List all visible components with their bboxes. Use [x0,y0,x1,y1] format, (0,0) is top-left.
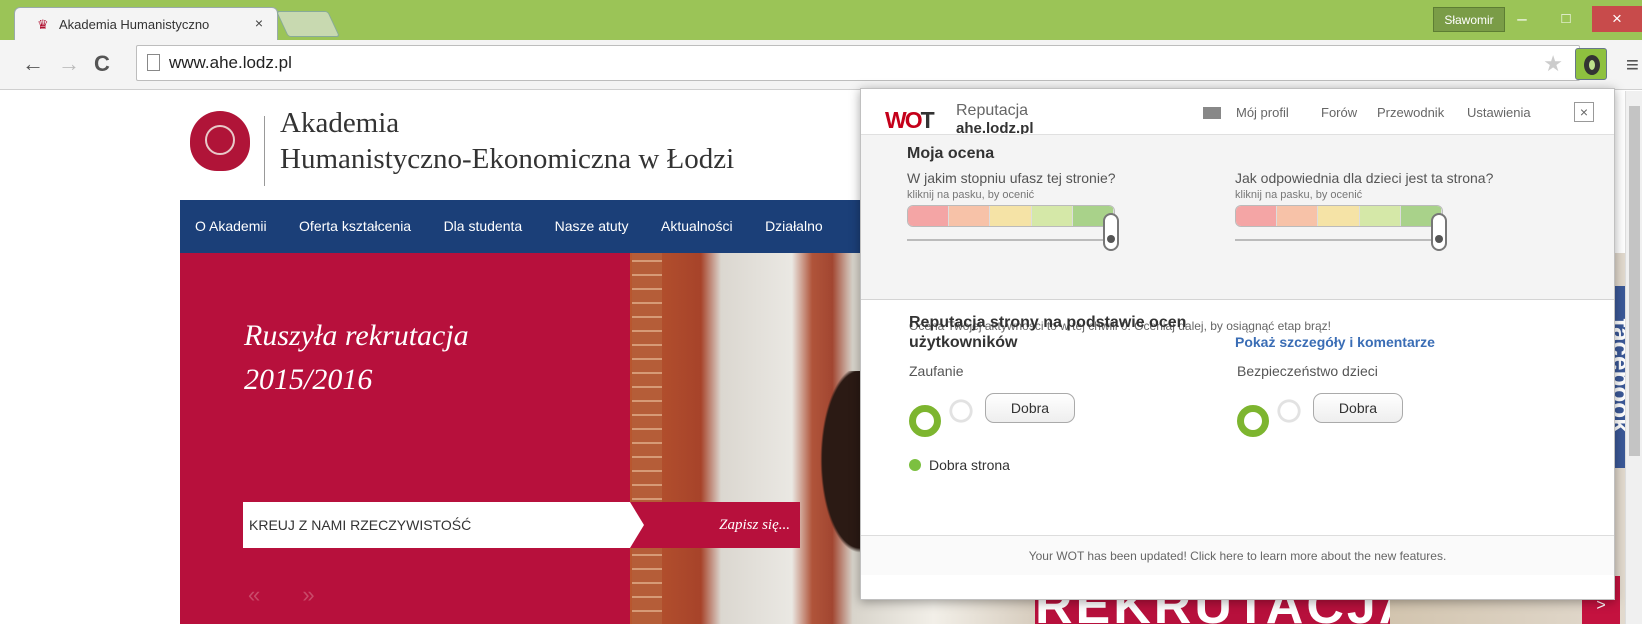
chrome-menu-icon[interactable]: ≡ [1626,52,1639,78]
slider-arrows[interactable]: « » [248,582,333,608]
bookmark-star-icon[interactable]: ★ [1543,51,1563,77]
mail-icon[interactable] [1203,107,1221,119]
trust-question: W jakim stopniu ufasz tej stronie? [907,170,1116,186]
child-rating-bubble: Dobra [1313,393,1403,423]
child-slider-knob[interactable] [1431,213,1447,251]
signup-button[interactable]: Zapisz się... [630,502,800,548]
popup-close-button[interactable]: × [1574,102,1594,122]
main-navigation: O Akademii Oferta kształcenia Dla studen… [180,200,860,253]
wot-popup: WOT Reputacja ahe.lodz.pl Mój profil For… [860,88,1615,600]
university-name-line1: Akademia [280,107,400,139]
nav-aktualnosci[interactable]: Aktualności [646,200,746,253]
brick-wall [632,253,662,624]
nav-nasze-atuty[interactable]: Nasze atuty [540,200,642,253]
reputation-title-1: Reputacja strony na podstawie ocen [909,314,1187,331]
maximize-button[interactable]: □ [1544,6,1588,32]
nav-oferta[interactable]: Oferta kształcenia [284,200,424,253]
wot-logo-wo: WO [885,107,923,133]
wot-logo: WOT [885,107,935,134]
child-confidence-icon [1269,391,1309,431]
tab-title: Akademia Humanistyczno [59,17,210,32]
url-text[interactable]: www.ahe.lodz.pl [169,53,292,73]
update-notice[interactable]: Your WOT has been updated! Click here to… [861,535,1614,575]
my-rating-section: Moja ocena W jakim stopniu ufasz tej str… [861,134,1614,333]
trust-slider-knob[interactable] [1103,213,1119,251]
nav-dzialalnosc[interactable]: Działalno [750,200,836,253]
eagle-emblem-icon [205,125,235,155]
trust-rating-bubble: Dobra [985,393,1075,423]
browser-toolbar: ← → C www.ahe.lodz.pl ★ ≡ [0,40,1642,90]
trust-hint: kliknij na pasku, by ocenić [907,189,1035,201]
slogan-box: KREUJ Z NAMI RZECZYWISTOŚĆ [243,502,630,548]
child-reputation-ring-icon [1237,405,1269,437]
trust-rating-bar[interactable] [907,205,1115,227]
link-guide[interactable]: Przewodnik [1377,105,1444,120]
minimize-button[interactable]: – [1500,6,1544,32]
hero-year: 2015/2016 [244,363,373,396]
nav-o-akademii[interactable]: O Akademii [180,200,280,253]
reputation-heading: Reputacja [956,102,1029,119]
child-question: Jak odpowiednia dla dzieci jest ta stron… [1235,170,1494,186]
logo-divider [264,116,265,186]
child-rating-bar[interactable] [1235,205,1443,227]
link-settings[interactable]: Ustawienia [1467,105,1531,120]
wot-ring-icon [1584,55,1600,75]
good-site-label: Dobra strona [929,457,1010,473]
address-bar[interactable]: www.ahe.lodz.pl ★ [136,45,1580,81]
close-window-button[interactable]: × [1592,6,1642,32]
details-link[interactable]: Pokaż szczegóły i komentarze [1235,334,1435,350]
reputation-title-2: użytkowników [909,334,1018,351]
trust-slider-track[interactable] [907,239,1117,241]
link-forums[interactable]: Forów [1321,105,1357,120]
hero-panel [180,253,630,624]
wot-extension-button[interactable] [1575,48,1607,80]
link-my-profile[interactable]: Mój profil [1236,105,1289,120]
my-rating-title: Moja ocena [907,145,995,162]
new-tab-button[interactable] [275,11,341,37]
browser-tab[interactable]: ♛ Akademia Humanistyczno × [14,7,278,40]
reload-button[interactable]: C [94,53,110,75]
trust-reputation-ring-icon [909,405,941,437]
hero-heading: Ruszyła rekrutacja [244,319,469,352]
nav-dla-studenta[interactable]: Dla studenta [429,200,536,253]
page-scrollbar[interactable] [1625,91,1642,624]
university-name-line2: Humanistyczno-Ekonomiczna w Łodzi [280,143,735,175]
tab-close-icon[interactable]: × [255,15,263,31]
back-button[interactable]: ← [22,53,44,75]
page-icon [147,54,160,71]
title-bar: ♛ Akademia Humanistyczno × Sławomir – □ … [0,0,1642,40]
child-slider-track[interactable] [1235,239,1445,241]
forward-button[interactable]: → [58,53,80,75]
trust-label: Zaufanie [909,363,964,379]
child-safety-label: Bezpieczeństwo dzieci [1237,363,1378,379]
profile-button[interactable]: Sławomir [1433,7,1505,32]
wot-logo-t: T [920,107,935,133]
site-favicon-icon: ♛ [37,17,49,32]
trust-confidence-icon [941,391,981,431]
good-site-dot-icon [909,459,921,471]
university-logo[interactable] [190,111,250,171]
scrollbar-thumb[interactable] [1629,106,1640,456]
child-hint: kliknij na pasku, by ocenić [1235,189,1363,201]
